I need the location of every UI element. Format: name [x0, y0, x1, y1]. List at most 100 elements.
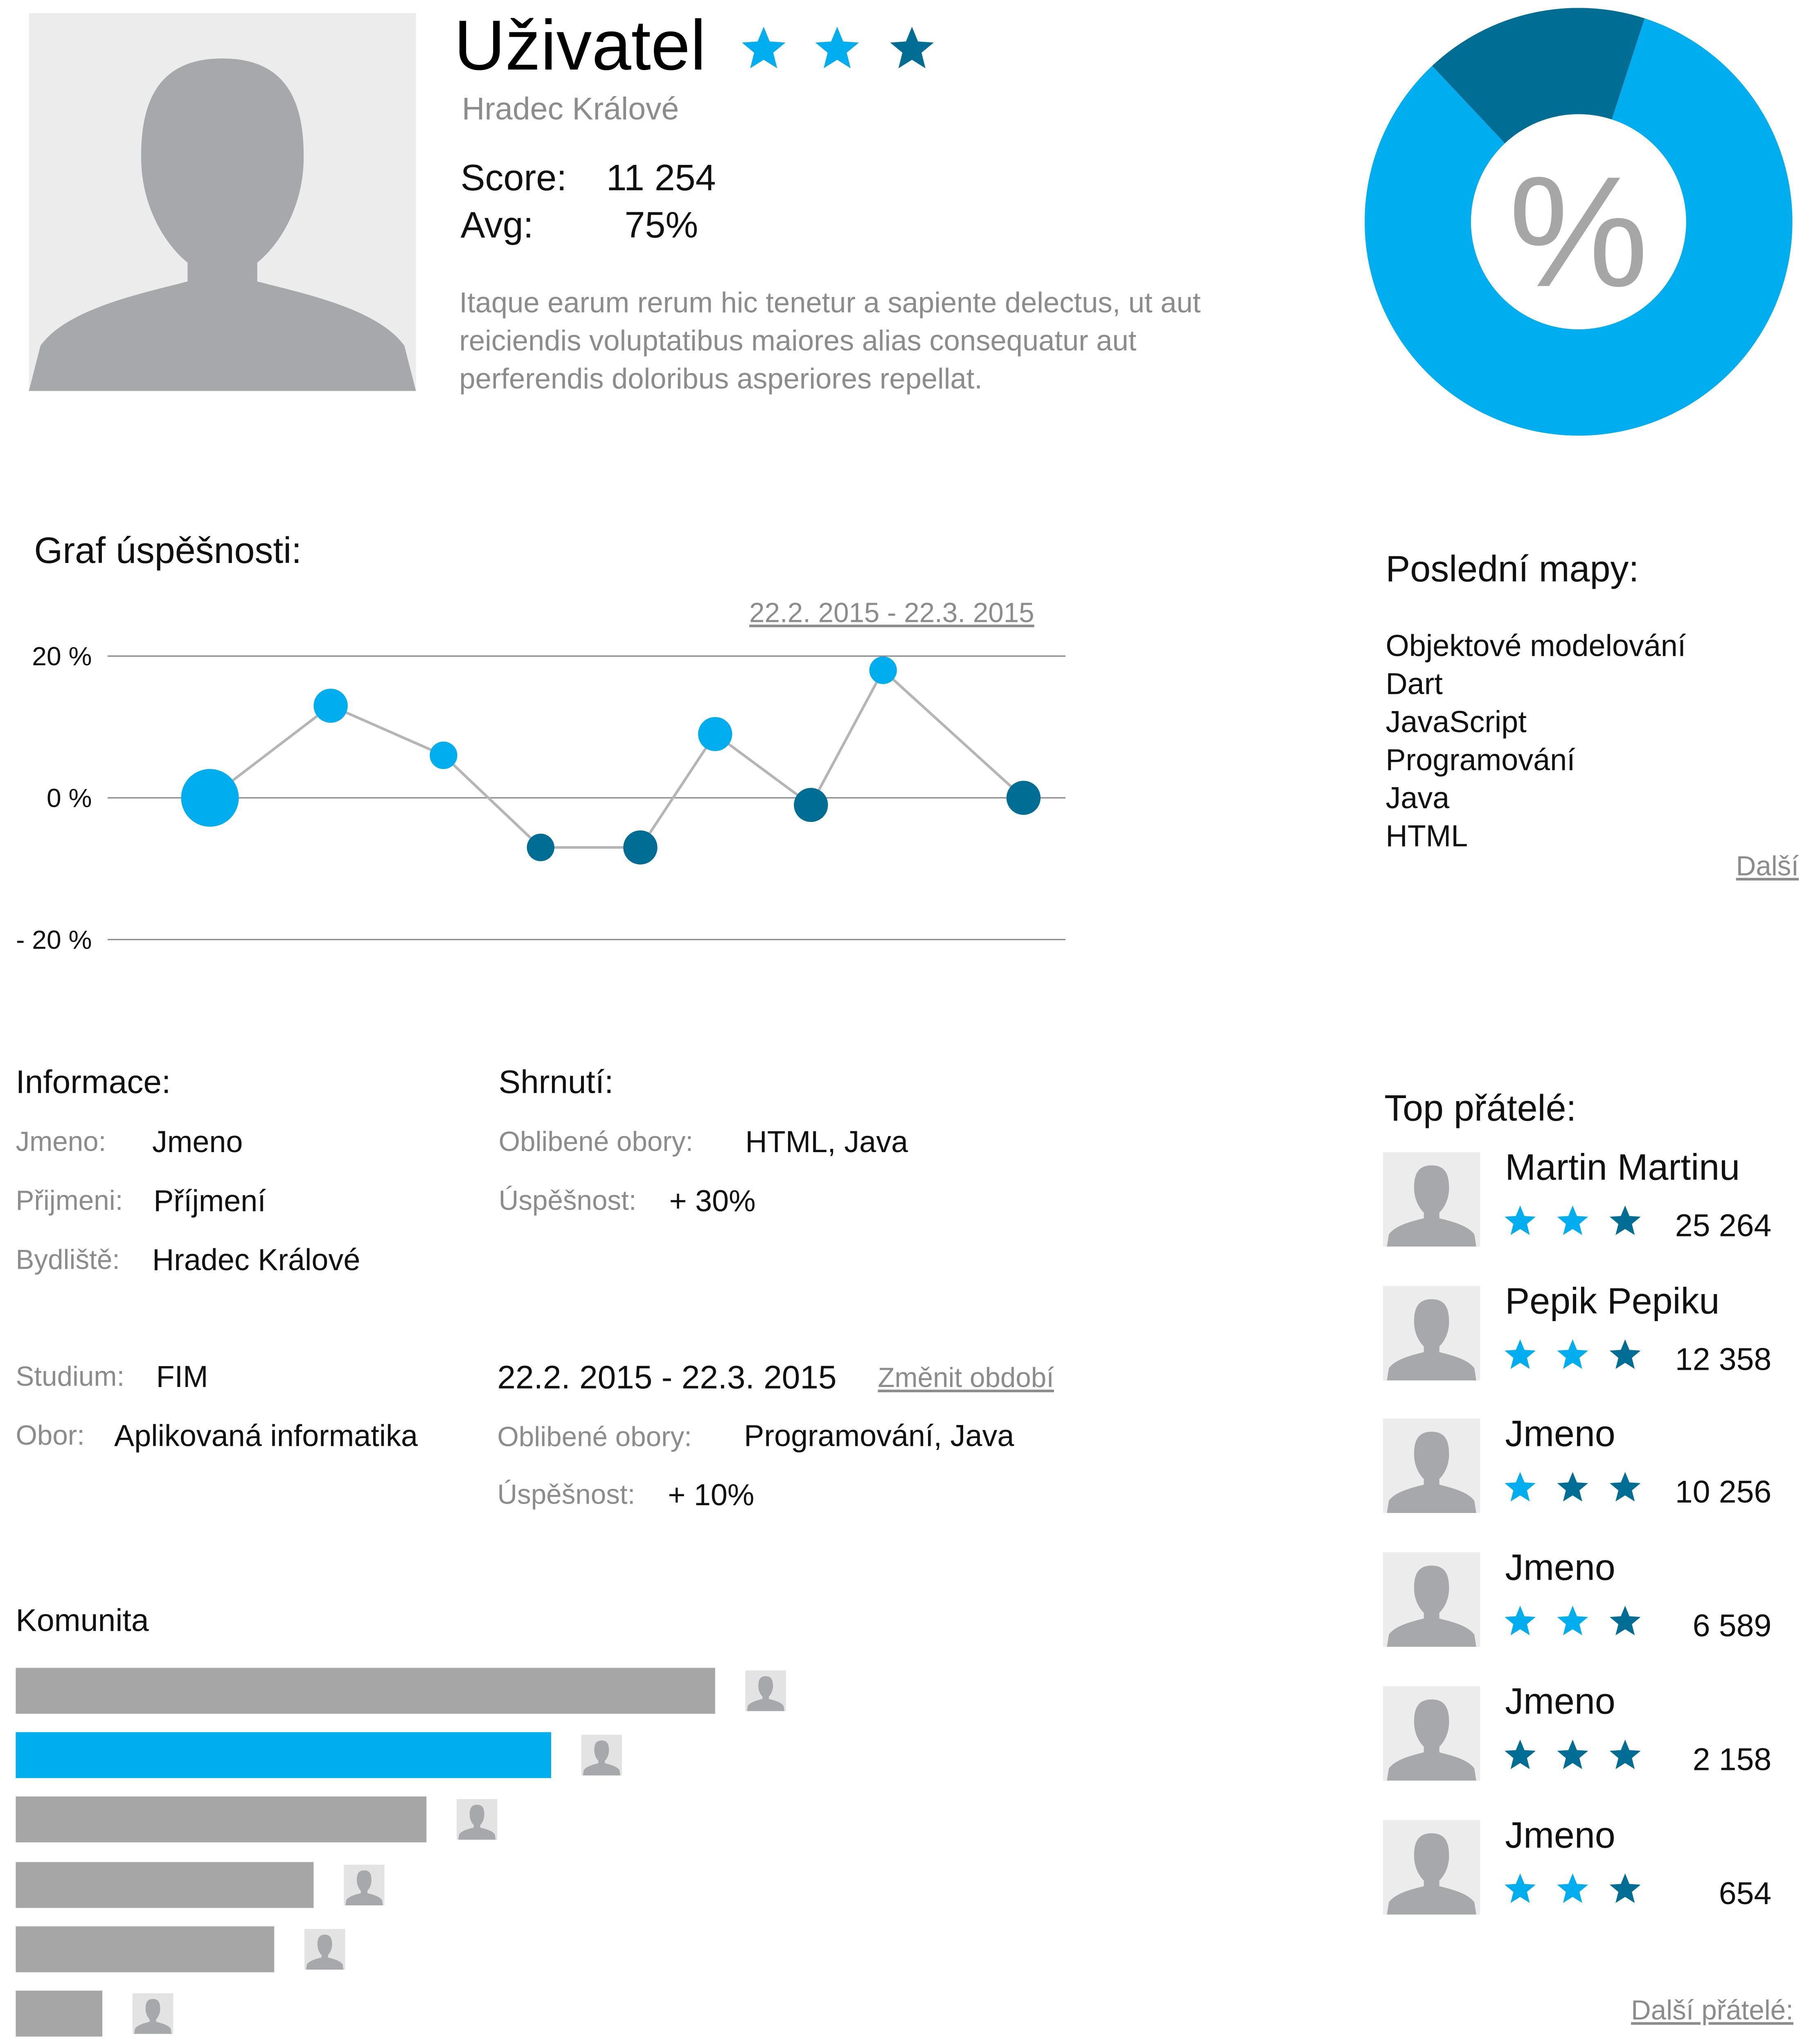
community-bar[interactable]: [16, 1797, 427, 1843]
score-label: Score:: [460, 157, 567, 198]
map-item[interactable]: Programování: [1385, 741, 1686, 779]
last-name-value: Příjmení: [153, 1183, 266, 1218]
friend-name[interactable]: Jmeno: [1505, 1414, 1615, 1456]
friend-score: 12 358: [1675, 1342, 1772, 1378]
person-silhouette-icon: [134, 1999, 172, 2034]
rating-star-icon: [887, 24, 937, 80]
period-success-rate-label: Úspěšnost:: [497, 1480, 635, 1511]
community-avatar[interactable]: [344, 1864, 385, 1905]
score-value: 11 254: [606, 157, 716, 198]
rating-star-icon: [1502, 1470, 1538, 1512]
success-chart: 20 % 0 % - 20 %: [16, 642, 1066, 955]
chart-data-point[interactable]: [1006, 781, 1041, 815]
community-bar[interactable]: [16, 1732, 551, 1779]
friend-item[interactable]: Martin Martinu 25 264: [1383, 1147, 1816, 1268]
friend-score: 25 264: [1675, 1208, 1772, 1244]
first-name-label: Jmeno:: [16, 1127, 106, 1157]
profile-page: Uživatel Hradec Králové Score: 11 254 Av…: [0, 0, 1820, 2038]
map-item[interactable]: Java: [1385, 779, 1686, 817]
summary-period: 22.2. 2015 - 22.3. 2015: [497, 1359, 837, 1396]
community-bar[interactable]: [16, 1668, 715, 1714]
field-value: Aplikovaná informatika: [114, 1418, 418, 1453]
success-rate-label: Úspěšnost:: [498, 1186, 637, 1217]
friend-avatar[interactable]: [1383, 1819, 1480, 1914]
friend-avatar[interactable]: [1383, 1686, 1480, 1781]
rating-star-icon: [1555, 1871, 1590, 1913]
map-item[interactable]: Objektové modelování: [1385, 627, 1686, 665]
friend-name[interactable]: Jmeno: [1505, 1547, 1615, 1589]
y-tick-label: 0 %: [47, 783, 92, 813]
rating-star-icon: [1502, 1337, 1538, 1379]
chart-data-point[interactable]: [623, 830, 658, 865]
person-silhouette-icon: [1387, 1833, 1476, 1914]
avg-value: 75%: [624, 205, 698, 245]
friend-avatar[interactable]: [1383, 1286, 1480, 1380]
user-description: Itaque earum rerum hic tenetur a sapient…: [459, 286, 1201, 395]
change-period-link[interactable]: Změnit období: [878, 1363, 1054, 1395]
map-item[interactable]: Dart: [1385, 665, 1686, 703]
recent-maps-list: Objektové modelování Dart JavaScript Pro…: [1385, 627, 1686, 856]
community-avatar[interactable]: [132, 1993, 173, 2034]
person-silhouette-icon: [1387, 1565, 1476, 1647]
community-avatar[interactable]: [745, 1670, 786, 1711]
avg-label: Avg:: [460, 205, 534, 245]
friend-name[interactable]: Pepik Pepiku: [1505, 1280, 1719, 1322]
community-bar[interactable]: [16, 1926, 275, 1972]
map-item[interactable]: JavaScript: [1385, 703, 1686, 741]
more-maps-link[interactable]: Další: [1736, 852, 1799, 883]
y-tick-label: 20 %: [32, 642, 92, 671]
favorite-fields-value: HTML, Java: [745, 1124, 908, 1159]
period-success-rate-value: + 10%: [668, 1477, 755, 1512]
friends-list: Martin Martinu 25 264 Pepik Pepiku 12 358 Jm…: [1383, 1147, 1816, 1937]
percentage-donut: %: [1365, 8, 1793, 436]
community-bar[interactable]: [16, 1990, 103, 2037]
study-value: FIM: [156, 1359, 208, 1394]
chart-data-point[interactable]: [698, 717, 732, 751]
person-silhouette-icon: [583, 1740, 621, 1776]
friend-name[interactable]: Jmeno: [1505, 1681, 1615, 1723]
friends-heading: Top přátelé:: [1384, 1087, 1577, 1129]
community-bar[interactable]: [16, 1861, 314, 1908]
map-item[interactable]: HTML: [1385, 817, 1686, 856]
info-heading: Informace:: [16, 1064, 171, 1101]
rating-star-icon: [1502, 1203, 1538, 1245]
friend-item[interactable]: Jmeno 10 256: [1383, 1414, 1816, 1535]
chart-date-range-link[interactable]: 22.2. 2015 - 22.3. 2015: [749, 599, 1034, 630]
person-silhouette-icon: [29, 58, 416, 391]
period-favorite-fields-value: Programování, Java: [744, 1418, 1014, 1453]
rating-star-icon: [739, 24, 788, 80]
summary-heading: Shrnutí:: [498, 1064, 614, 1101]
friend-name[interactable]: Martin Martinu: [1505, 1147, 1740, 1189]
community-heading: Komunita: [16, 1603, 149, 1639]
chart-data-point[interactable]: [869, 656, 897, 684]
chart-data-point[interactable]: [527, 833, 554, 861]
friend-item[interactable]: Jmeno 654: [1383, 1814, 1816, 1935]
favorite-fields-label: Oblibené obory:: [498, 1127, 694, 1157]
friend-item[interactable]: Jmeno 6 589: [1383, 1547, 1816, 1668]
rating-star-icon: [1555, 1203, 1590, 1245]
rating-star-icon: [1502, 1604, 1538, 1646]
friend-item[interactable]: Jmeno 2 158: [1383, 1681, 1816, 1801]
community-avatar[interactable]: [304, 1929, 345, 1970]
chart-data-point[interactable]: [430, 741, 457, 769]
person-silhouette-icon: [1387, 1432, 1476, 1514]
more-friends-link[interactable]: Další přátelé:: [1631, 1996, 1793, 2027]
period-favorite-fields-label: Oblibené obory:: [497, 1422, 692, 1453]
person-silhouette-icon: [345, 1870, 383, 1905]
user-name: Uživatel: [454, 7, 706, 86]
friend-score: 654: [1719, 1875, 1772, 1911]
chart-data-point[interactable]: [794, 788, 828, 822]
community-avatar[interactable]: [457, 1799, 498, 1840]
friend-item[interactable]: Pepik Pepiku 12 358: [1383, 1280, 1816, 1401]
community-avatar[interactable]: [581, 1735, 622, 1776]
recent-maps-heading: Poslední mapy:: [1385, 548, 1639, 590]
chart-data-point[interactable]: [313, 689, 348, 723]
friend-avatar[interactable]: [1383, 1152, 1480, 1247]
friend-name[interactable]: Jmeno: [1505, 1814, 1615, 1856]
friend-avatar[interactable]: [1383, 1552, 1480, 1647]
rating-star-icon: [1555, 1737, 1590, 1779]
chart-data-point[interactable]: [181, 769, 239, 827]
rating-star-icon: [1555, 1337, 1590, 1379]
success-rate-value: + 30%: [669, 1183, 756, 1218]
friend-avatar[interactable]: [1383, 1419, 1480, 1514]
